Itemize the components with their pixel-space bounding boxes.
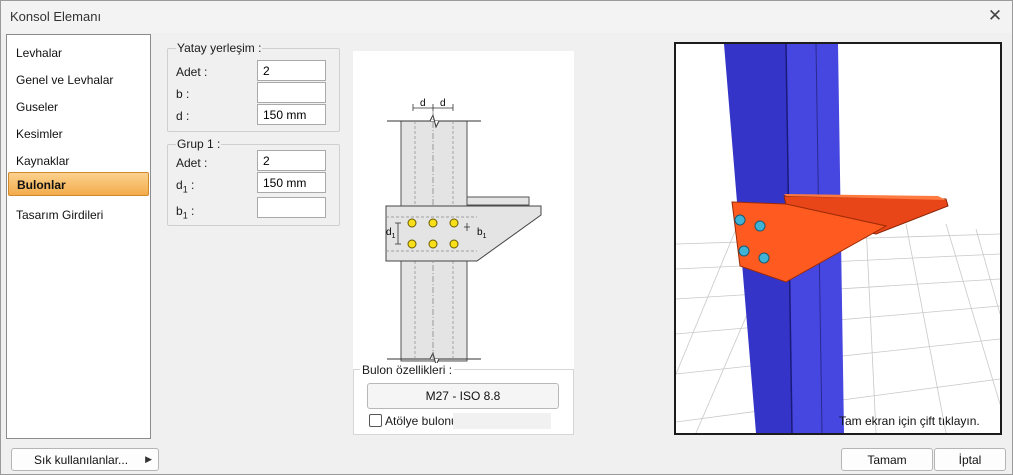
3d-model-render [676,44,1000,433]
dim-b1-sub: 1 [483,233,487,240]
h-d-input[interactable] [257,104,326,125]
bolt-head [758,252,770,264]
bolt-hole [407,239,417,249]
fullscreen-hint: Tam ekran için çift tıklayın. [839,414,980,428]
shop-bolt-checkbox[interactable] [369,414,382,427]
sidebar-item-guseler[interactable]: Guseler [8,95,149,119]
bolt-hole [449,239,459,249]
bracket-end-plate [385,205,542,262]
bolt-properties-legend: Bulon özellikleri : [360,363,455,377]
bolt-head [738,245,750,257]
sidebar-item-kesimler[interactable]: Kesimler [8,122,149,146]
sidebar-item-levhalar[interactable]: Levhalar [8,41,149,65]
g1-count-input[interactable] [257,150,326,171]
dialog-window: Konsol Elemanı ✕ Levhalar Genel ve Levha… [0,0,1013,475]
bolt-type-button[interactable]: M27 - ISO 8.8 [367,383,559,409]
group1-legend: Grup 1 : [176,137,222,151]
dim-d-left: d [420,98,426,109]
dim-d1-sub: 1 [392,233,396,240]
top-dimension-lines [412,104,454,111]
bolt-hole [449,218,459,228]
sidebar-item-bulonlar[interactable]: Bulonlar [8,172,149,196]
title-bar: Konsol Elemanı ✕ [1,1,1012,33]
g1-d1-label-text: d [176,178,183,192]
shop-bolt-label: Atölye bulonu [385,414,458,428]
g1-b1-input[interactable] [257,197,326,218]
sidebar-nav: Levhalar Genel ve Levhalar Guseler Kesim… [6,34,151,439]
ok-button[interactable]: Tamam [841,448,933,471]
favorites-button[interactable]: Sık kullanılanlar... ▶ [11,448,159,471]
sidebar-item-genel-ve-levhalar[interactable]: Genel ve Levhalar [8,68,149,92]
g1-b1-label: b1 : [176,204,194,220]
h-count-label: Adet : [176,65,208,79]
horizontal-layout-legend: Yatay yerleşim : [176,41,263,55]
bolt-head [754,220,766,232]
sidebar-item-kaynaklar[interactable]: Kaynaklar [8,149,149,173]
h-b-input[interactable] [257,82,326,103]
dim-d-right: d [440,98,446,109]
favorites-label: Sık kullanılanlar... [34,452,129,467]
h-count-input[interactable] [257,60,326,81]
g1-d1-label: d1 : [176,178,194,194]
h-b-label: b : [176,87,190,101]
g1-d1-input[interactable] [257,172,326,193]
bolt-head [734,214,746,226]
3d-view[interactable] [674,42,1002,435]
g1-b1-label-text: b [176,204,183,218]
g1-b1-label-colon: : [187,204,195,218]
bolt-hole [428,218,438,228]
close-icon[interactable]: ✕ [986,7,1004,25]
bolt-hole [407,218,417,228]
cancel-button[interactable]: İptal [934,448,1006,471]
g1-d1-label-colon: : [187,178,195,192]
bolt-hole [428,239,438,249]
shop-bolt-strip [453,413,551,429]
sidebar-item-tasarim-girdileri[interactable]: Tasarım Girdileri [8,203,149,227]
bracket-top-plate [466,196,530,206]
h-d-label: d : [176,109,190,123]
window-title: Konsol Elemanı [10,9,102,24]
g1-count-label: Adet : [176,156,208,170]
chevron-right-icon: ▶ [145,454,152,464]
